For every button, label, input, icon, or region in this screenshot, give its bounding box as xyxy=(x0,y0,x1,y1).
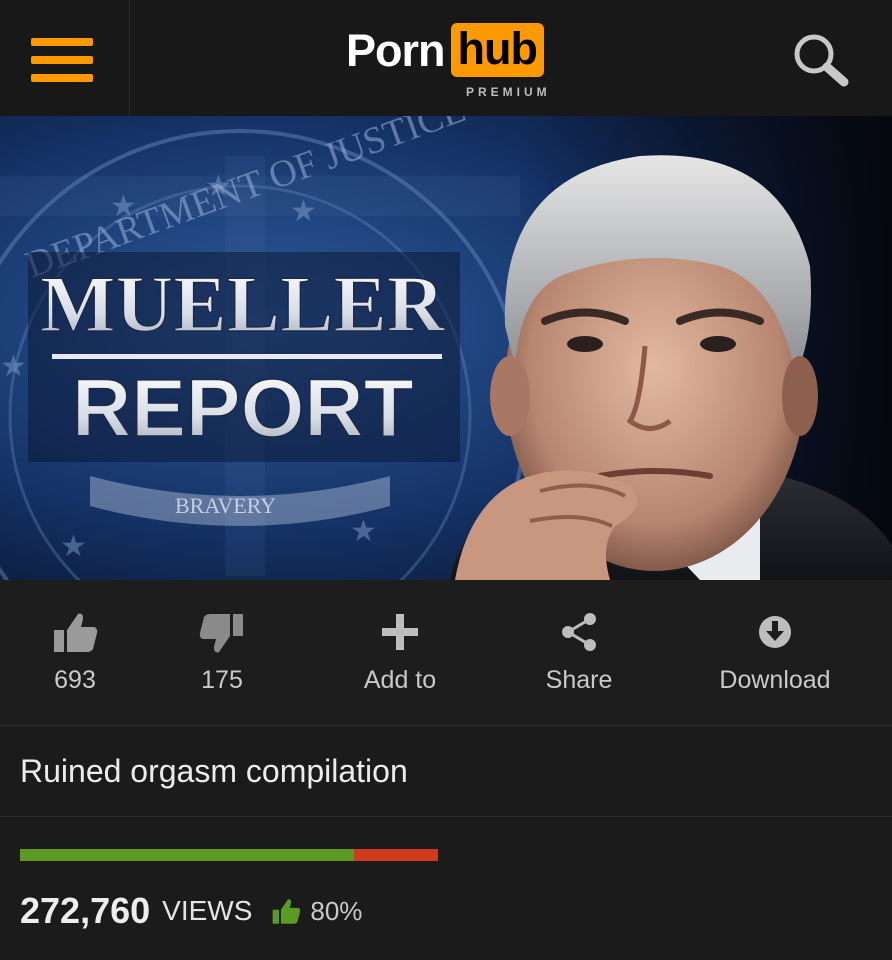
svg-text:★: ★ xyxy=(290,195,317,228)
video-thumbnail[interactable]: ★ ★ ★ ★ ★ ★ DEPARTMENT OF JUSTICE BRAVERY MU… xyxy=(0,116,892,580)
logo-left-text: Porn xyxy=(346,24,446,76)
like-count: 693 xyxy=(54,666,96,694)
seal-banner-text: BRAVERY xyxy=(175,493,276,518)
menu-button[interactable] xyxy=(0,0,130,116)
svg-text:★: ★ xyxy=(350,515,377,548)
thumbs-up-icon xyxy=(273,899,301,924)
video-title-row: Ruined orgasm compilation xyxy=(0,727,892,817)
video-stats: 272,760 VIEWS 80% xyxy=(0,818,892,960)
top-header: Porn hub PREMIUM xyxy=(0,0,892,116)
svg-text:★: ★ xyxy=(0,350,27,383)
site-logo[interactable]: Porn hub xyxy=(346,22,544,78)
thumbnail-image: ★★★ ★ ★★ DEPARTMENT OF JUSTICE BRAVERY MU… xyxy=(0,116,892,580)
add-to-button[interactable]: Add to xyxy=(310,580,490,726)
hamburger-menu-icon xyxy=(31,38,93,82)
plus-icon xyxy=(382,614,418,650)
headline-line1: MUELLER xyxy=(40,261,446,349)
dislike-button[interactable]: 175 xyxy=(147,580,297,726)
rating-bar xyxy=(20,849,438,861)
thumbs-up-icon xyxy=(54,613,98,652)
views-row: 272,760 VIEWS 80% xyxy=(20,890,362,932)
thumbs-down-icon xyxy=(199,614,243,653)
dislike-count: 175 xyxy=(201,666,243,694)
share-icon xyxy=(562,613,596,651)
search-icon xyxy=(794,34,849,87)
rating-percent: 80% xyxy=(310,895,363,926)
search-button[interactable] xyxy=(784,24,864,94)
download-button[interactable]: Download xyxy=(680,580,870,726)
video-actions-bar: 693 175 Add to Share Download xyxy=(0,580,892,726)
download-label: Download xyxy=(719,666,831,694)
premium-label: PREMIUM xyxy=(466,85,551,99)
logo-right-text: hub xyxy=(450,23,544,77)
views-count: 272,760 xyxy=(20,890,151,931)
rating-bar-fill xyxy=(20,849,355,861)
download-icon xyxy=(759,616,791,648)
video-title: Ruined orgasm compilation xyxy=(20,753,408,789)
share-label: Share xyxy=(545,666,613,694)
like-button[interactable]: 693 xyxy=(0,580,150,726)
headline-line2: REPORT xyxy=(72,363,414,454)
svg-text:★: ★ xyxy=(60,530,87,563)
views-label: VIEWS xyxy=(162,895,253,926)
share-button[interactable]: Share xyxy=(494,580,664,726)
add-to-label: Add to xyxy=(363,666,437,694)
